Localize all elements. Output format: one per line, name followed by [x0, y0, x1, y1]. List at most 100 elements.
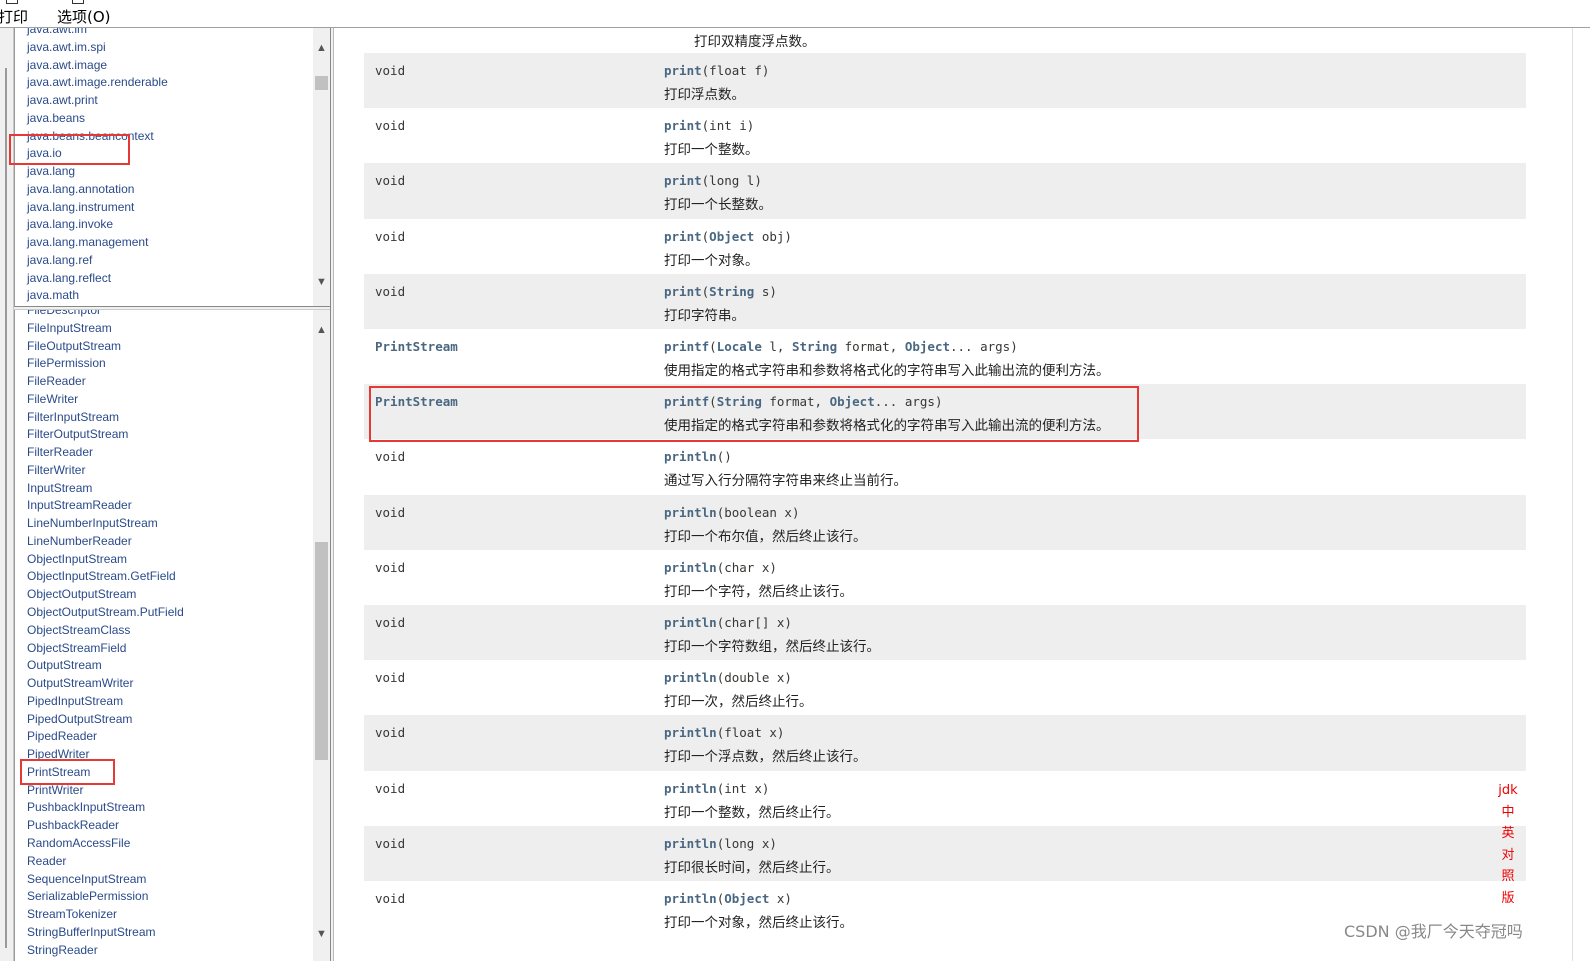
class-link[interactable]: PipedReader [27, 728, 184, 746]
class-link[interactable]: InputStream [27, 480, 184, 498]
method-name-link[interactable]: println [664, 836, 717, 851]
method-name-link[interactable]: printf [664, 339, 709, 354]
package-link[interactable]: java.lang.reflect [27, 270, 168, 288]
method-name-link[interactable]: print [664, 118, 702, 133]
method-params: (long x) [716, 835, 777, 851]
package-link[interactable]: java.lang [27, 163, 168, 181]
class-link[interactable]: FilterOutputStream [27, 426, 184, 444]
method-signature: println(long x) [664, 836, 777, 851]
return-type[interactable]: PrintStream [375, 339, 458, 354]
method-name-link[interactable]: println [664, 449, 717, 464]
class-link[interactable]: SequenceInputStream [27, 871, 184, 889]
class-link[interactable]: PrintWriter [27, 782, 184, 800]
method-name-link[interactable]: println [664, 670, 717, 685]
class-link[interactable]: PipedWriter [27, 746, 184, 764]
class-link[interactable]: OutputStream [27, 657, 184, 675]
class-link[interactable]: FileOutputStream [27, 338, 184, 356]
annotation-vertical-note: jdk 中英对照版 [1496, 780, 1520, 909]
class-link[interactable]: ObjectInputStream [27, 551, 184, 569]
param-type-link[interactable]: Object [709, 229, 754, 244]
method-params: (long l) [701, 173, 762, 189]
class-link[interactable]: FileDescriptor [27, 310, 184, 320]
return-type[interactable]: PrintStream [375, 394, 458, 409]
class-link[interactable]: PipedOutputStream [27, 711, 184, 729]
class-link[interactable]: ObjectInputStream.GetField [27, 568, 184, 586]
class-link[interactable]: OutputStreamWriter [27, 675, 184, 693]
param-type-link[interactable]: Object [724, 891, 769, 906]
class-link[interactable]: StreamTokenizer [27, 906, 184, 924]
class-link[interactable]: FilterInputStream [27, 409, 184, 427]
class-link[interactable]: ObjectOutputStream [27, 586, 184, 604]
package-link[interactable]: java.awt.im [27, 28, 168, 39]
print-icon [6, 0, 18, 4]
note-char: 中 [1501, 804, 1515, 820]
main-scrollbar[interactable] [1548, 28, 1590, 961]
class-link[interactable]: ObjectOutputStream.PutField [27, 604, 184, 622]
class-link[interactable]: FileInputStream [27, 320, 184, 338]
package-link[interactable]: java.awt.image.renderable [27, 74, 168, 92]
class-link[interactable]: StringReader [27, 942, 184, 960]
class-link[interactable]: FilterWriter [27, 462, 184, 480]
package-link[interactable]: java.awt.im.spi [27, 39, 168, 57]
menu-print[interactable]: 打印 [0, 6, 28, 27]
scroll-thumb[interactable] [315, 76, 328, 90]
class-link[interactable]: ObjectStreamClass [27, 622, 184, 640]
scroll-down-icon[interactable]: ▼ [313, 926, 330, 943]
package-scrollbar[interactable]: ▲ ▼ [313, 28, 330, 306]
package-link[interactable]: java.beans [27, 110, 168, 128]
method-name-link[interactable]: printf [664, 394, 709, 409]
method-name-link[interactable]: print [664, 63, 702, 78]
class-link[interactable]: PushbackReader [27, 817, 184, 835]
method-params: (char[] x) [716, 615, 792, 630]
method-row: void print(Object obj) 打印一个对象。 [364, 218, 1526, 274]
method-name-link[interactable]: print [664, 284, 702, 299]
package-link[interactable]: java.lang.annotation [27, 181, 168, 199]
method-name-link[interactable]: print [664, 229, 702, 244]
scroll-up-icon[interactable]: ▲ [313, 40, 330, 57]
menu-options[interactable]: 选项(O) [57, 6, 111, 27]
class-link[interactable]: ObjectStreamField [27, 640, 184, 658]
method-name-link[interactable]: println [664, 781, 717, 796]
class-link[interactable]: PushbackInputStream [27, 799, 184, 817]
package-link[interactable]: java.awt.print [27, 92, 168, 110]
class-link[interactable]: PrintStream [27, 764, 184, 782]
param-type-link[interactable]: String [792, 339, 837, 354]
class-link[interactable]: FilterReader [27, 444, 184, 462]
class-link[interactable]: StringBufferInputStream [27, 924, 184, 942]
param-type-link[interactable]: String [717, 394, 762, 409]
class-link[interactable]: LineNumberReader [27, 533, 184, 551]
package-link[interactable]: java.math [27, 287, 168, 305]
param-type-link[interactable]: Locale [717, 339, 762, 354]
package-link[interactable]: java.lang.ref [27, 252, 168, 270]
class-link[interactable]: SerializablePermission [27, 888, 184, 906]
param-type-link[interactable]: Object [830, 394, 875, 409]
package-link[interactable]: java.awt.image [27, 57, 168, 75]
param-type-link[interactable]: Object [905, 339, 950, 354]
method-name-link[interactable]: println [664, 505, 717, 520]
method-name-link[interactable]: println [664, 725, 717, 740]
package-link[interactable]: java.lang.instrument [27, 199, 168, 217]
scroll-down-icon[interactable]: ▼ [313, 274, 330, 291]
scroll-up-icon[interactable]: ▲ [313, 322, 330, 339]
class-scrollbar[interactable]: ▲ ▼ [313, 310, 330, 961]
package-link[interactable]: java.beans.beancontext [27, 128, 168, 146]
class-link[interactable]: FilePermission [27, 355, 184, 373]
method-name-link[interactable]: println [664, 560, 717, 575]
package-link[interactable]: java.io [27, 145, 168, 163]
param-type-link[interactable]: String [709, 284, 754, 299]
method-description: 打印双精度浮点数。 [694, 34, 816, 50]
class-link[interactable]: LineNumberInputStream [27, 515, 184, 533]
class-link[interactable]: RandomAccessFile [27, 835, 184, 853]
method-description: 打印一个对象。 [664, 252, 759, 269]
method-name-link[interactable]: println [664, 891, 717, 906]
class-link[interactable]: InputStreamReader [27, 497, 184, 515]
method-name-link[interactable]: print [664, 173, 702, 188]
scroll-thumb[interactable] [315, 542, 328, 760]
package-link[interactable]: java.lang.management [27, 234, 168, 252]
class-link[interactable]: PipedInputStream [27, 693, 184, 711]
class-link[interactable]: FileWriter [27, 391, 184, 409]
class-link[interactable]: Reader [27, 853, 184, 871]
method-name-link[interactable]: println [664, 615, 717, 630]
package-link[interactable]: java.lang.invoke [27, 216, 168, 234]
class-link[interactable]: FileReader [27, 373, 184, 391]
